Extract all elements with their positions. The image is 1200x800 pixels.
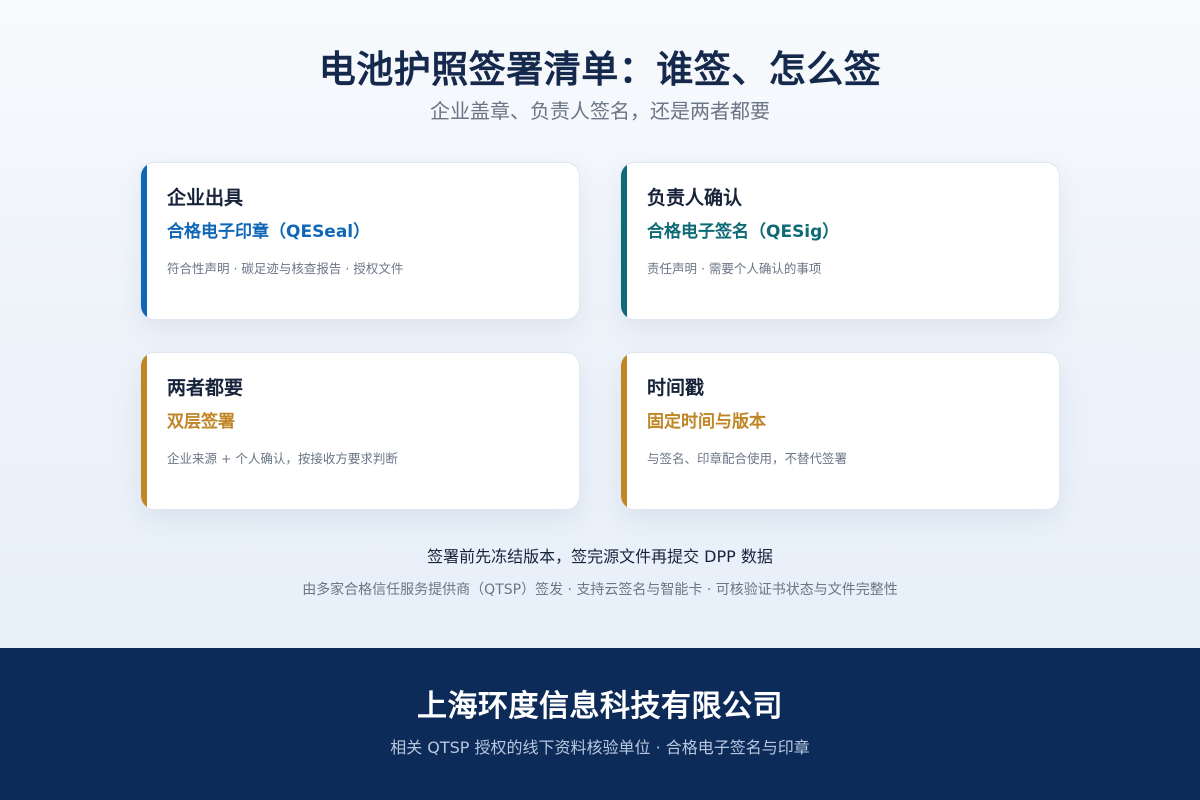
qtsp-note: 由多家合格信任服务提供商（QTSP）签发 · 支持云签名与智能卡 · 可核验证书… xyxy=(302,582,898,598)
card-timestamp: 时间戳 固定时间与版本 与签名、印章配合使用，不替代签署 xyxy=(620,352,1060,510)
footer-banner: 上海环度信息科技有限公司 相关 QTSP 授权的线下资料核验单位 · 合格电子签… xyxy=(0,648,1200,800)
card-both-required: 两者都要 双层签署 企业来源 + 个人确认，按接收方要求判断 xyxy=(140,352,580,510)
company-tagline: 相关 QTSP 授权的线下资料核验单位 · 合格电子签名与印章 xyxy=(390,738,810,757)
card-enterprise-issue: 企业出具 合格电子印章（QESeal） 符合性声明 · 碳足迹与核查报告 · 授… xyxy=(140,162,580,320)
card-subtitle: 双层签署 xyxy=(167,412,235,432)
card-responsible-person: 负责人确认 合格电子签名（QESig） 责任声明 · 需要个人确认的事项 xyxy=(620,162,1060,320)
card-description: 与签名、印章配合使用，不替代签署 xyxy=(647,451,848,466)
card-subtitle: 合格电子签名（QESig） xyxy=(647,222,840,242)
card-subtitle: 固定时间与版本 xyxy=(647,412,766,432)
card-title: 负责人确认 xyxy=(647,187,743,209)
card-title: 时间戳 xyxy=(647,377,705,399)
page-title: 电池护照签署清单：谁签、怎么签 xyxy=(318,48,882,91)
card-title: 两者都要 xyxy=(167,377,244,399)
card-description: 符合性声明 · 碳足迹与核查报告 · 授权文件 xyxy=(167,261,404,276)
card-description: 责任声明 · 需要个人确认的事项 xyxy=(647,261,822,276)
signing-note: 签署前先冻结版本，签完源文件再提交 DPP 数据 xyxy=(427,547,773,566)
page-subtitle: 企业盖章、负责人签名，还是两者都要 xyxy=(430,99,770,123)
card-description: 企业来源 + 个人确认，按接收方要求判断 xyxy=(167,451,398,466)
company-name: 上海环度信息科技有限公司 xyxy=(417,689,783,724)
card-title: 企业出具 xyxy=(167,187,244,209)
card-subtitle: 合格电子印章（QESeal） xyxy=(167,222,371,242)
